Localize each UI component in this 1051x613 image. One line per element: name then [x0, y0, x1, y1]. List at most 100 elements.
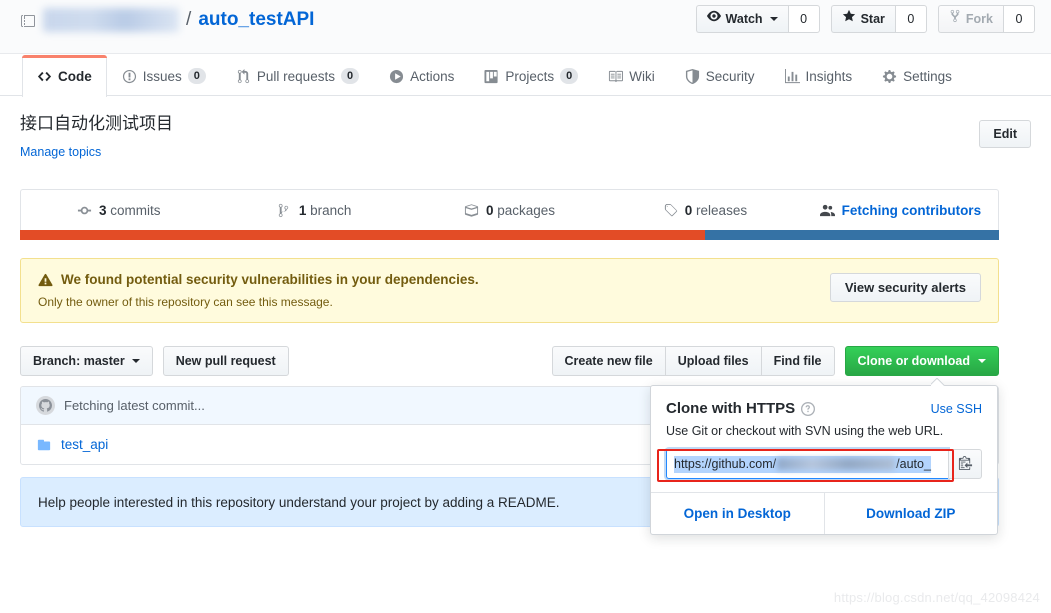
branch-selector-button[interactable]: Branch: master: [20, 346, 153, 376]
tab-settings-label: Settings: [903, 68, 952, 84]
clone-url-owner-redacted: [777, 458, 896, 470]
repo-nav: Code Issues 0 Pull requests 0 Actions Pr…: [0, 54, 1051, 97]
tab-pull-requests[interactable]: Pull requests 0: [221, 55, 374, 96]
play-icon: [389, 69, 404, 84]
repo-about: 接口自动化测试项目 Manage topics Edit: [20, 112, 1031, 159]
repo-counters: Watch 0 Star 0 Fork 0: [695, 5, 1035, 33]
upload-files-button[interactable]: Upload files: [664, 346, 761, 376]
star-label: Star: [860, 12, 885, 26]
watch-count[interactable]: 0: [787, 5, 820, 33]
chevron-down-icon: [769, 17, 778, 21]
repo-book-icon: [20, 12, 36, 28]
folder-icon: [36, 438, 52, 452]
repo-description: 接口自动化测试项目: [20, 114, 173, 133]
tab-code-label: Code: [58, 69, 92, 84]
star-count[interactable]: 0: [894, 5, 927, 33]
tab-pull-requests-label: Pull requests: [256, 68, 335, 84]
clone-or-download-label: Clone or download: [857, 354, 971, 368]
tab-insights-label: Insights: [805, 68, 853, 84]
stat-branches-label: branch: [310, 202, 352, 218]
tab-security[interactable]: Security: [670, 55, 770, 96]
security-alert-title: We found potential security vulnerabilit…: [38, 272, 479, 287]
star-button[interactable]: Star: [830, 5, 895, 33]
copy-url-button[interactable]: [948, 449, 982, 479]
language-segment-primary: [20, 230, 706, 240]
stat-releases-value: 0: [684, 202, 693, 218]
clone-url-input[interactable]: https://github.com/ /auto_: [666, 449, 948, 479]
clone-with-https-title: Clone with HTTPS: [666, 400, 816, 417]
stat-commits-label: commits: [110, 202, 161, 218]
stat-contributors[interactable]: Fetching contributors: [803, 190, 998, 230]
clone-popover: Clone with HTTPS Use SSH Use Git or chec…: [650, 385, 998, 535]
clone-popover-footer: Open in Desktop Download ZIP: [651, 492, 997, 534]
clone-or-download-button[interactable]: Clone or download: [844, 346, 999, 376]
find-file-button[interactable]: Find file: [760, 346, 835, 376]
stat-packages[interactable]: 0 packages: [412, 190, 607, 230]
readme-prompt-text: Help people interested in this repositor…: [38, 494, 560, 510]
tab-projects-count: 0: [560, 68, 579, 84]
stat-branches[interactable]: 1 branch: [216, 190, 411, 230]
manage-topics-link[interactable]: Manage topics: [20, 145, 101, 159]
right-actions: Create new file Upload files Find file C…: [551, 346, 999, 376]
tab-wiki-label: Wiki: [629, 68, 655, 84]
download-zip-button[interactable]: Download ZIP: [823, 493, 998, 534]
tab-insights[interactable]: Insights: [770, 55, 868, 96]
create-new-file-button[interactable]: Create new file: [551, 346, 665, 376]
gear-icon: [882, 69, 897, 84]
tab-projects[interactable]: Projects 0: [469, 55, 593, 96]
edit-button[interactable]: Edit: [979, 120, 1031, 148]
use-ssh-link[interactable]: Use SSH: [931, 402, 982, 416]
language-bar: [20, 230, 999, 240]
fork-count[interactable]: 0: [1003, 5, 1035, 33]
security-alert-banner: We found potential security vulnerabilit…: [20, 258, 999, 323]
chevron-down-icon: [131, 359, 140, 363]
popover-arrow: [931, 378, 945, 386]
view-security-alerts-button[interactable]: View security alerts: [829, 273, 981, 302]
fork-label: Fork: [965, 12, 993, 26]
shield-icon: [685, 68, 700, 84]
fork-button[interactable]: Fork: [937, 5, 1003, 33]
open-in-desktop-button[interactable]: Open in Desktop: [651, 493, 824, 534]
fork-group: Fork 0: [937, 5, 1035, 33]
book-icon: [608, 69, 624, 84]
language-segment-secondary: [705, 230, 999, 240]
tab-issues[interactable]: Issues 0: [107, 55, 221, 96]
tab-projects-label: Projects: [505, 68, 555, 84]
tab-wiki[interactable]: Wiki: [593, 55, 670, 96]
clone-url-line: https://github.com/ /auto_: [666, 449, 982, 479]
file-actions-group: Create new file Upload files Find file: [551, 346, 835, 376]
new-pull-request-button[interactable]: New pull request: [162, 346, 289, 376]
issue-opened-icon: [122, 69, 137, 84]
clone-popover-header: Clone with HTTPS Use SSH: [666, 400, 982, 417]
tab-actions-label: Actions: [410, 68, 455, 84]
repo-stats-bar: 3 commits 1 branch 0 packages 0 releases: [20, 189, 999, 240]
file-name-link[interactable]: test_api: [61, 437, 108, 452]
package-icon: [464, 203, 479, 218]
avatar: [36, 396, 55, 415]
stat-commits[interactable]: 3 commits: [21, 190, 216, 230]
tab-settings[interactable]: Settings: [867, 55, 967, 96]
clone-url-suffix: /auto_: [896, 457, 931, 471]
fork-icon: [949, 6, 961, 32]
tab-code[interactable]: Code: [22, 55, 107, 97]
watch-button[interactable]: Watch: [695, 5, 788, 33]
repo-name-link[interactable]: auto_testAPI: [198, 8, 314, 32]
tab-issues-count: 0: [187, 68, 206, 84]
clone-url-text: https://github.com/ /auto_: [674, 455, 931, 473]
question-icon[interactable]: [801, 401, 816, 416]
security-alert-text: We found potential security vulnerabilit…: [61, 272, 479, 287]
tab-pull-requests-count: 0: [340, 68, 360, 84]
repo-separator: /: [186, 9, 192, 30]
tab-security-label: Security: [705, 68, 755, 84]
left-actions: Branch: master New pull request: [20, 346, 289, 376]
stat-releases[interactable]: 0 releases: [607, 190, 802, 230]
repo-owner-redacted[interactable]: redacted-owner: [43, 8, 180, 32]
repo-header: redacted-owner / auto_testAPI Watch 0: [0, 0, 1051, 54]
clone-title-text: Clone with HTTPS: [666, 400, 796, 417]
branch-icon: [277, 203, 292, 218]
tab-actions[interactable]: Actions: [374, 55, 469, 96]
people-icon: [819, 203, 835, 218]
stat-packages-value: 0: [485, 202, 494, 218]
stat-contributors-label: Fetching contributors: [841, 202, 982, 218]
latest-commit-status: Fetching latest commit...: [64, 398, 205, 413]
